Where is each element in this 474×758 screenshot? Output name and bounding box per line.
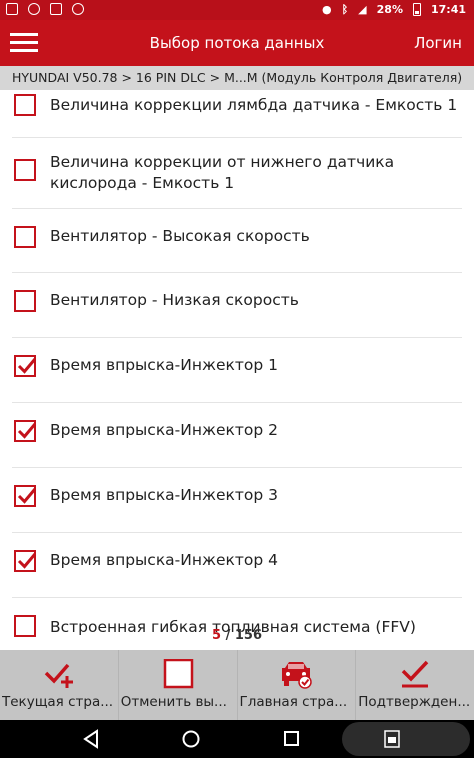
list-item[interactable]: Вентилятор - Высокая скорость [0,209,474,273]
list-item[interactable]: Время впрыска-Инжектор 2 [0,403,474,468]
system-nav-bar [0,720,474,758]
notification-icon [6,3,18,15]
list-item[interactable]: Время впрыска-Инжектор 4 [0,533,474,598]
check-plus-icon [44,663,73,688]
toolbar-label: Подтвержден... [358,694,471,710]
screenshot-pill[interactable] [342,722,470,756]
list-item[interactable]: Время впрыска-Инжектор 3 [0,468,474,533]
toolbar-label: Главная стра... [239,694,348,710]
checkbox[interactable] [14,550,37,572]
recents-icon[interactable] [283,729,301,749]
confirm-check-icon [401,660,429,688]
checkbox[interactable] [14,420,37,442]
counter-separator: / [221,628,235,643]
check-icon [17,553,37,569]
checkbox[interactable] [14,485,37,507]
checkbox[interactable] [14,290,36,312]
list-item[interactable]: Время впрыска-Инжектор 1 [0,338,474,403]
checkbox[interactable] [14,355,37,377]
cancel-selection-button[interactable]: Отменить вы... [119,650,238,720]
checkbox[interactable] [14,159,36,181]
breadcrumb: HYUNDAI V50.78 > 16 PIN DLC > M...M (Мод… [0,66,474,90]
check-icon [17,488,37,504]
status-bar: ● ᛒ ◢ 28% 17:41 [0,0,474,20]
confirm-button[interactable]: Подтвержден... [356,650,474,720]
home-page-button[interactable]: Главная стра... [238,650,357,720]
clock: 17:41 [430,3,466,16]
checkbox[interactable] [14,226,36,248]
list-item-label: Время впрыска-Инжектор 2 [50,421,279,439]
bottom-toolbar: Текущая стра... Отменить вы... Главная с… [0,650,474,720]
check-icon [17,358,37,374]
login-button[interactable]: Логин [414,34,462,52]
toolbar-label: Текущая стра... [2,694,114,710]
check-icon [17,423,37,439]
toolbar-label: Отменить вы... [120,694,227,710]
car-check-icon [282,662,313,689]
data-stream-list: Величина коррекции лямбда датчика - Емко… [0,90,474,650]
gallery-icon [50,3,62,15]
list-item-label: Время впрыска-Инжектор 4 [50,551,279,569]
current-page-button[interactable]: Текущая стра... [0,650,119,720]
sync-icon [28,3,40,15]
list-item-label: Время впрыска-Инжектор 3 [50,486,279,504]
list-item-label: Время впрыска-Инжектор 1 [50,356,279,374]
list-item[interactable]: Величина коррекции от нижнего датчика ки… [0,138,474,209]
page-title: Выбор потока данных [149,34,325,52]
app-bar: Выбор потока данных Логин [0,20,474,66]
empty-checkbox-icon [163,659,193,689]
current-page: 5 [212,628,222,643]
battery-percent: 28% [376,3,403,16]
screenshot-icon [384,730,400,748]
home-icon[interactable] [181,729,201,749]
list-item-label: Величина коррекции от нижнего датчика ки… [50,153,395,192]
list-item-label: Вентилятор - Низкая скорость [50,291,299,309]
location-icon: ● [321,3,332,16]
checkbox[interactable] [14,94,36,116]
signal-icon: ◢ [358,3,367,16]
list-item-label: Вентилятор - Высокая скорость [50,227,310,245]
bluetooth-icon: ᛒ [341,3,349,16]
android-icon [72,3,84,15]
list-item[interactable]: Вентилятор - Низкая скорость [0,273,474,338]
back-icon[interactable] [82,729,100,749]
list-item[interactable]: Величина коррекции лямбда датчика - Емко… [0,90,474,138]
total-count: 156 [234,628,262,643]
battery-icon [412,3,421,16]
page-counter: 5 / 156 [0,628,474,643]
list-item-label: Величина коррекции лямбда датчика - Емко… [50,96,458,114]
